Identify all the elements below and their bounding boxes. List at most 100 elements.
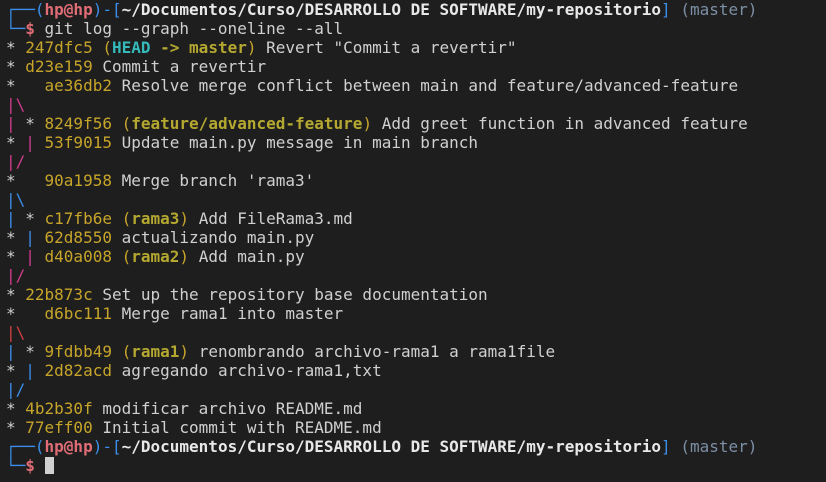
log-line: * 247dfc5 (HEAD -> master) Revert "Commi… bbox=[6, 38, 826, 57]
log-line: |\ bbox=[6, 190, 826, 209]
graph-chars: * bbox=[6, 57, 26, 76]
graph-chars: |\ bbox=[6, 323, 26, 342]
commit-hash: 4b2b30f bbox=[25, 399, 93, 418]
log-line: |\ bbox=[6, 95, 826, 114]
prompt-close: ] bbox=[661, 0, 681, 19]
graph-chars: |\ bbox=[6, 190, 26, 209]
prompt-line-2: └─$ git log --graph --oneline --all bbox=[6, 19, 826, 38]
commit-hash: 8249f56 bbox=[44, 114, 112, 133]
prompt2-line-1: ┌──(hp@hp)-[~/Documentos/Curso/DESARROLL… bbox=[6, 437, 826, 456]
prompt-branch: (master) bbox=[680, 0, 758, 19]
log-line: |\ bbox=[6, 323, 826, 342]
graph-chars: * | bbox=[6, 133, 45, 152]
graph-chars: * | bbox=[6, 228, 45, 247]
commit-message: Merge branch 'rama3' bbox=[121, 171, 315, 190]
commit-hash: 9fdbb49 bbox=[44, 342, 112, 361]
refs-close-paren: ) bbox=[179, 209, 199, 228]
prompt2-close: ] bbox=[661, 437, 681, 456]
graph-chars: |/ bbox=[6, 380, 26, 399]
log-line: * | 2d82acd agregando archivo-rama1,txt bbox=[6, 361, 826, 380]
log-line: |/ bbox=[6, 266, 826, 285]
refs-close-paren: ) bbox=[179, 342, 199, 361]
prompt-sep: )-[ bbox=[92, 0, 122, 19]
log-line: * ae36db2 Resolve merge conflict between… bbox=[6, 76, 826, 95]
git-log-output: * 247dfc5 (HEAD -> master) Revert "Commi… bbox=[6, 38, 826, 437]
commit-hash: 90a1958 bbox=[44, 171, 112, 190]
log-line: * 77eff00 Initial commit with README.md bbox=[6, 418, 826, 437]
log-line: * | 62d8550 actualizando main.py bbox=[6, 228, 826, 247]
commit-refs: rama2 bbox=[131, 247, 180, 266]
prompt-user: hp@hp bbox=[44, 0, 93, 19]
commit-message: modificar archivo README.md bbox=[102, 399, 363, 418]
commit-message: Add FileRama3.md bbox=[198, 209, 353, 228]
log-line: | * 9fdbb49 (rama1) renombrando archivo-… bbox=[6, 342, 826, 361]
commit-hash: c17fb6e bbox=[44, 209, 112, 228]
prompt-line-1: ┌──(hp@hp)-[~/Documentos/Curso/DESARROLL… bbox=[6, 0, 826, 19]
text-cursor[interactable] bbox=[44, 457, 54, 474]
commit-message: Set up the repository base documentation bbox=[102, 285, 488, 304]
prompt-path: ~/Documentos/Curso/DESARROLLO DE SOFTWAR… bbox=[121, 0, 662, 19]
commit-refs: HEAD -> master bbox=[112, 38, 247, 57]
commit-refs: rama1 bbox=[131, 342, 180, 361]
graph-chars: * bbox=[6, 418, 26, 437]
log-line: * | d40a008 (rama2) Add main.py bbox=[6, 247, 826, 266]
graph-chars: | * bbox=[6, 114, 45, 133]
graph-chars: * | bbox=[6, 361, 45, 380]
commit-hash: 53f9015 bbox=[44, 133, 112, 152]
commit-hash: ae36db2 bbox=[44, 76, 112, 95]
prompt-corner-bottom: └─ bbox=[6, 19, 26, 38]
commit-refs: rama3 bbox=[131, 209, 180, 228]
terminal-window[interactable]: ┌──(hp@hp)-[~/Documentos/Curso/DESARROLL… bbox=[0, 0, 826, 482]
commit-message: Merge rama1 into master bbox=[121, 304, 344, 323]
commit-message: Add greet function in advanced feature bbox=[381, 114, 748, 133]
commit-message: Add main.py bbox=[198, 247, 305, 266]
commit-hash: 62d8550 bbox=[44, 228, 112, 247]
refs-close-paren: ) bbox=[362, 114, 382, 133]
commit-hash: d6bc111 bbox=[44, 304, 112, 323]
commit-hash: 22b873c bbox=[25, 285, 93, 304]
log-line: * | 53f9015 Update main.py message in ma… bbox=[6, 133, 826, 152]
refs-open-paren: ( bbox=[121, 247, 132, 266]
graph-chars: | * bbox=[6, 209, 45, 228]
prompt2-line-2[interactable]: └─$ bbox=[6, 456, 826, 475]
commit-message: Resolve merge conflict between main and … bbox=[121, 76, 739, 95]
commit-message: Initial commit with README.md bbox=[102, 418, 382, 437]
refs-open-paren: ( bbox=[121, 114, 132, 133]
prompt-dollar: $ bbox=[25, 19, 45, 38]
refs-open-paren: ( bbox=[121, 209, 132, 228]
log-line: * 4b2b30f modificar archivo README.md bbox=[6, 399, 826, 418]
prompt2-corner-bottom: └─ bbox=[6, 456, 26, 475]
prompt2-corner-top: ┌──( bbox=[6, 437, 45, 456]
graph-chars: |/ bbox=[6, 152, 26, 171]
commit-message: Update main.py message in main branch bbox=[121, 133, 479, 152]
graph-chars: | * bbox=[6, 342, 45, 361]
commit-message: actualizando main.py bbox=[121, 228, 315, 247]
log-line: |/ bbox=[6, 380, 826, 399]
commit-message: renombrando archivo-rama1 a rama1file bbox=[198, 342, 556, 361]
log-line: | * c17fb6e (rama3) Add FileRama3.md bbox=[6, 209, 826, 228]
prompt2-branch: (master) bbox=[680, 437, 758, 456]
commit-message: Commit a revertir bbox=[102, 57, 267, 76]
log-line: * d6bc111 Merge rama1 into master bbox=[6, 304, 826, 323]
log-line: * 22b873c Set up the repository base doc… bbox=[6, 285, 826, 304]
log-line: * 90a1958 Merge branch 'rama3' bbox=[6, 171, 826, 190]
refs-close-paren: ) bbox=[179, 247, 199, 266]
prompt2-sep: )-[ bbox=[92, 437, 122, 456]
refs-open-paren: ( bbox=[121, 342, 132, 361]
head-branch-ref: -> master bbox=[150, 38, 247, 57]
graph-chars: * bbox=[6, 399, 26, 418]
graph-chars: * | bbox=[6, 247, 45, 266]
commit-hash: d40a008 bbox=[44, 247, 112, 266]
prompt-corner-top: ┌──( bbox=[6, 0, 45, 19]
graph-chars: |\ bbox=[6, 95, 26, 114]
graph-chars: |/ bbox=[6, 266, 26, 285]
commit-hash: 2d82acd bbox=[44, 361, 112, 380]
log-line: | * 8249f56 (feature/advanced-feature) A… bbox=[6, 114, 826, 133]
refs-open-paren: ( bbox=[102, 38, 112, 57]
log-line: |/ bbox=[6, 152, 826, 171]
graph-chars: * bbox=[6, 285, 26, 304]
prompt2-path: ~/Documentos/Curso/DESARROLLO DE SOFTWAR… bbox=[121, 437, 662, 456]
log-line: * d23e159 Commit a revertir bbox=[6, 57, 826, 76]
commit-hash: 77eff00 bbox=[25, 418, 93, 437]
graph-chars: * bbox=[6, 304, 45, 323]
